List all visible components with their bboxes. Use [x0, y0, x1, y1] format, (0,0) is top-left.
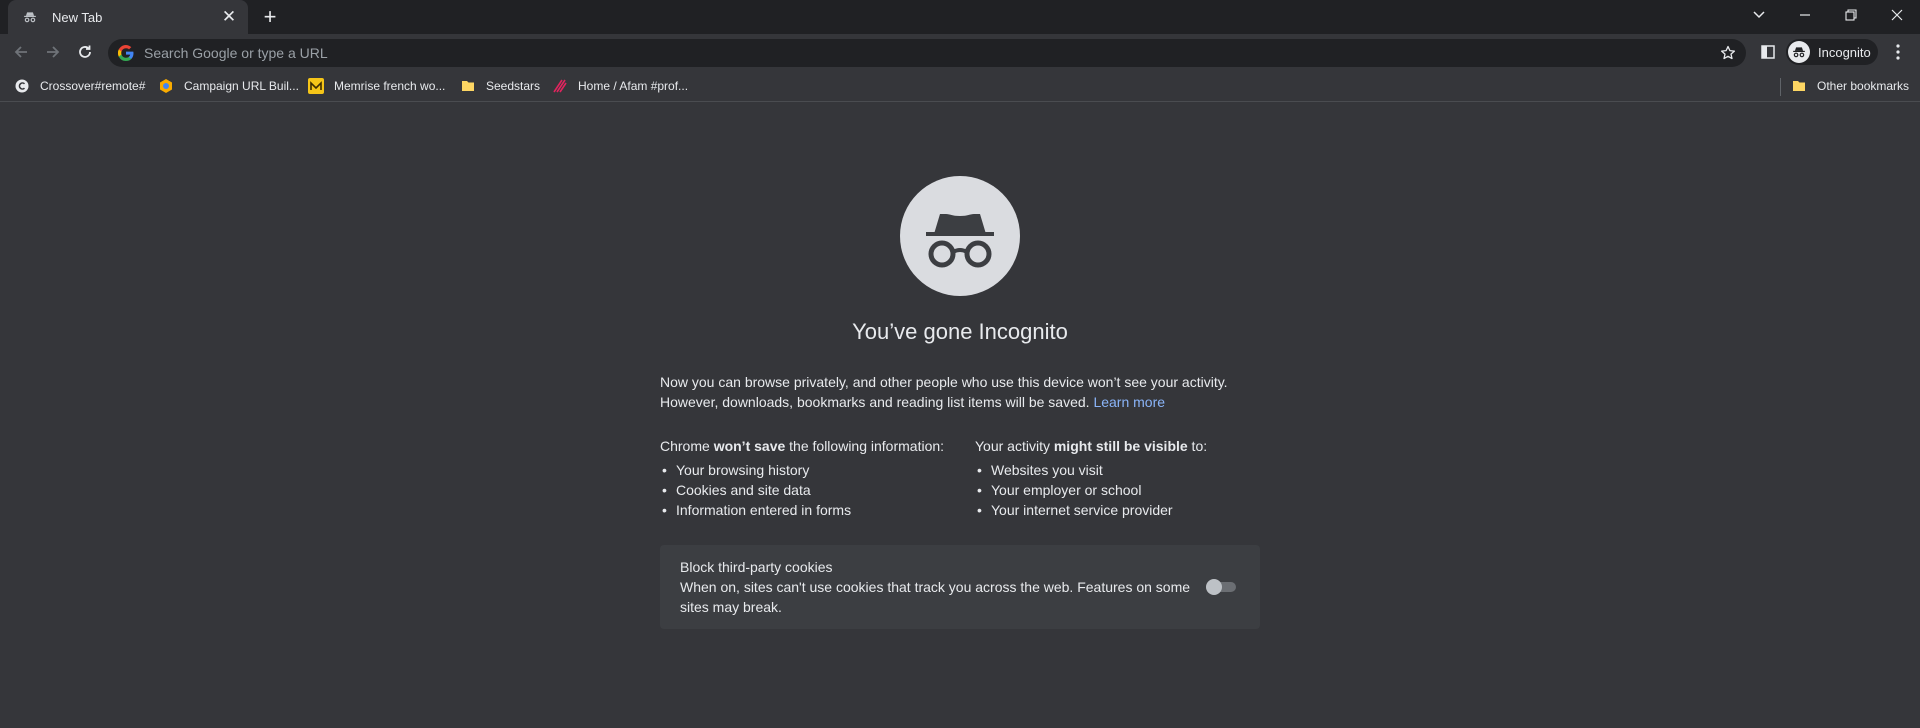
bookmark-star-icon[interactable] [1714, 39, 1742, 67]
page-heading: You’ve gone Incognito [852, 319, 1068, 344]
back-button[interactable] [7, 38, 35, 66]
side-panel-icon[interactable] [1756, 38, 1780, 66]
bookmark-seedstars[interactable]: Seedstars [454, 74, 546, 98]
google-icon [117, 45, 134, 62]
toggle-knob [1206, 579, 1222, 595]
afam-icon [552, 78, 568, 94]
other-bookmarks-label: Other bookmarks [1817, 79, 1910, 93]
folder-icon [1791, 78, 1807, 94]
reload-button[interactable] [71, 38, 99, 66]
tab-search-dropdown-icon[interactable] [1736, 0, 1782, 30]
bookmark-label: Memrise french wo... [334, 79, 446, 93]
bookmarks-separator [1780, 78, 1781, 96]
block-cookies-title: Block third-party cookies [680, 559, 833, 575]
restore-button[interactable] [1828, 0, 1874, 30]
bookmark-afam[interactable]: Home / Afam #prof... [546, 74, 694, 98]
profile-label: Incognito [1818, 44, 1871, 60]
bookmark-label: Seedstars [486, 79, 541, 93]
bookmark-crossover[interactable]: Crossover#remote# [8, 74, 151, 98]
list-item: Your browsing history [660, 460, 960, 480]
profile-incognito-button[interactable]: Incognito [1786, 39, 1878, 65]
minimize-button[interactable] [1782, 0, 1828, 30]
might-be-visible-list: Websites you visit Your employer or scho… [975, 460, 1265, 520]
list-item: Information entered in forms [660, 500, 960, 520]
bookmark-memrise[interactable]: Memrise french wo... [302, 74, 451, 98]
bookmark-label: Crossover#remote# [40, 79, 146, 93]
forward-button[interactable] [39, 38, 67, 66]
new-tab-button[interactable]: + [256, 4, 284, 29]
block-cookies-description: When on, sites can't use cookies that tr… [680, 579, 1191, 615]
folder-icon [460, 78, 476, 94]
incognito-icon [22, 9, 38, 25]
tab-strip: New Tab ✕ + [0, 0, 1920, 34]
campaign-url-builder-icon [158, 78, 174, 94]
toolbar [0, 34, 1920, 70]
wont-save-section: Chrome won’t save the following informat… [660, 436, 960, 520]
incognito-hero-icon [900, 176, 1020, 296]
omnibox-input[interactable] [144, 45, 1714, 61]
learn-more-link[interactable]: Learn more [1093, 394, 1165, 410]
bookmarks-bar: Crossover#remote# Campaign URL Buil... M… [0, 70, 1920, 102]
tab-new-tab[interactable]: New Tab ✕ [8, 0, 248, 34]
close-window-button[interactable] [1874, 0, 1920, 30]
might-be-visible-heading: Your activity might still be visible to: [975, 438, 1208, 454]
wont-save-heading: Chrome won’t save the following informat… [660, 438, 945, 454]
other-bookmarks[interactable]: Other bookmarks [1785, 74, 1915, 98]
intro-paragraph: Now you can browse privately, and other … [660, 372, 1260, 412]
bookmark-label: Campaign URL Buil... [184, 79, 299, 93]
tab-title: New Tab [52, 9, 103, 25]
list-item: Your employer or school [975, 480, 1265, 500]
memrise-icon [308, 78, 324, 94]
crossover-icon [14, 78, 30, 94]
bookmark-label: Home / Afam #prof... [578, 79, 689, 93]
list-item: Websites you visit [975, 460, 1265, 480]
might-be-visible-section: Your activity might still be visible to:… [975, 436, 1265, 520]
omnibox[interactable] [108, 39, 1746, 67]
bookmark-campaign-url-builder[interactable]: Campaign URL Buil... [152, 74, 305, 98]
list-item: Your internet service provider [975, 500, 1265, 520]
wont-save-list: Your browsing history Cookies and site d… [660, 460, 960, 520]
block-cookies-toggle[interactable] [1206, 579, 1236, 595]
close-tab-icon[interactable]: ✕ [220, 7, 238, 26]
block-cookies-card: Block third-party cookies When on, sites… [660, 545, 1260, 629]
incognito-avatar-icon [1788, 41, 1810, 63]
list-item: Cookies and site data [660, 480, 960, 500]
incognito-ntp: You’ve gone Incognito Now you can browse… [0, 103, 1920, 728]
menu-icon[interactable] [1884, 38, 1912, 66]
